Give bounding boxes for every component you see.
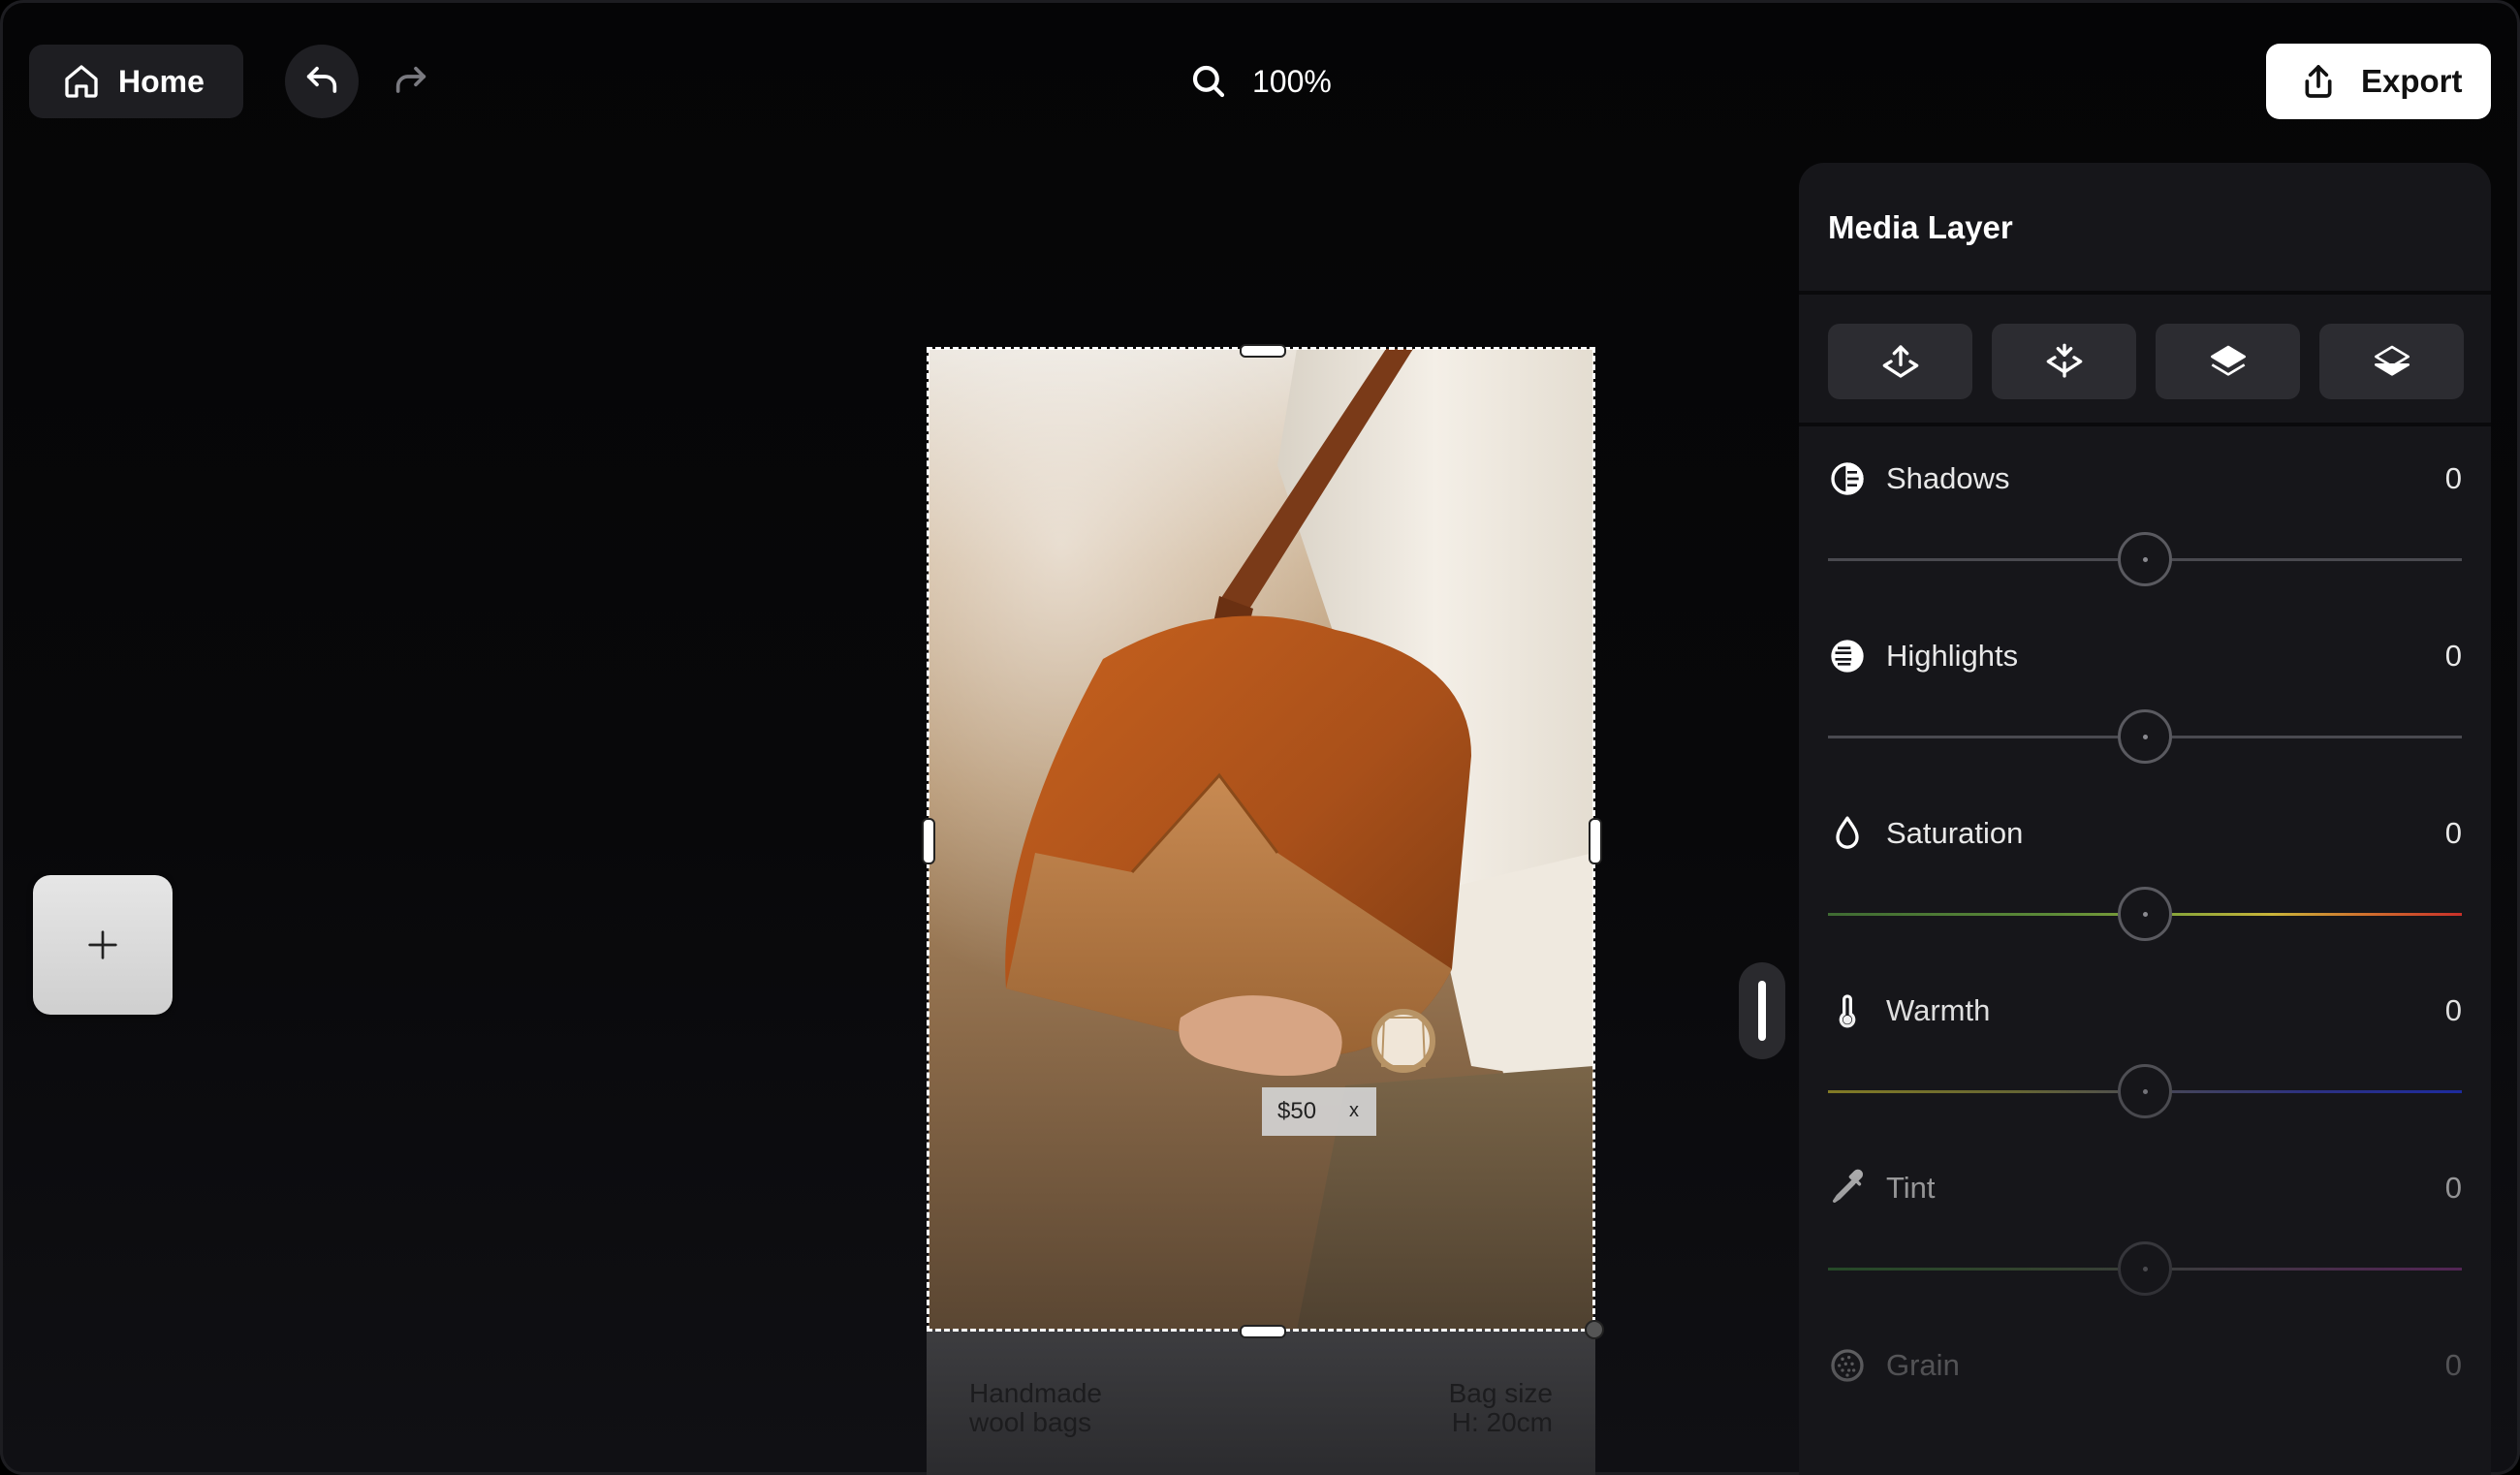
saturation-drop-icon: [1828, 814, 1867, 853]
divider: [1799, 291, 2491, 295]
adjustment-label: Shadows: [1886, 461, 2010, 495]
adjustment-value: 0: [2444, 461, 2462, 495]
slider-knob[interactable]: [2118, 1064, 2172, 1118]
export-label: Export: [2361, 63, 2463, 99]
panel-resize-handle[interactable]: [1739, 962, 1785, 1059]
adjustment-value: 0: [2444, 993, 2462, 1027]
search-icon[interactable]: [1188, 61, 1229, 102]
panel-title: Media Layer: [1828, 209, 2013, 245]
adjustment-value: 0: [2444, 816, 2462, 850]
home-label: Home: [118, 63, 205, 99]
resize-handle-corner[interactable]: [1585, 1320, 1604, 1339]
adjustments-list[interactable]: Shadows 0 Highlights 0 Saturation 0 Warm…: [1799, 426, 2491, 1475]
bag-photo-illustration: [1005, 349, 1593, 1330]
plus-icon: [88, 930, 117, 959]
undo-icon: [306, 66, 337, 93]
bring-to-front-button[interactable]: [2156, 324, 2300, 399]
share-icon: [2299, 62, 2338, 101]
bring-forward-button[interactable]: [1828, 324, 1972, 399]
resize-handle-top[interactable]: [1240, 344, 1286, 358]
adjustment-label: Grain: [1886, 1348, 1960, 1382]
media-layer-image[interactable]: [929, 349, 1593, 1330]
undo-button[interactable]: [285, 45, 359, 118]
send-to-back-icon: [2374, 345, 2410, 376]
adjustment-label: Saturation: [1886, 816, 2024, 850]
redo-icon: [395, 66, 426, 93]
price-tag[interactable]: $50 x: [1262, 1087, 1376, 1136]
layer-order-buttons: [1828, 324, 2464, 399]
card-size-value: H: 20cm: [1451, 1407, 1553, 1437]
highlights-icon: [1828, 637, 1867, 675]
redo-button[interactable]: [374, 45, 448, 118]
adjustment-warmth: Warmth 0: [1828, 989, 2462, 1164]
card-title-line-2: wool bags: [969, 1407, 1092, 1437]
adjustment-label: Warmth: [1886, 993, 1991, 1027]
slider-knob[interactable]: [2118, 709, 2172, 764]
adjustment-label: Highlights: [1886, 639, 2019, 673]
add-element-button[interactable]: [33, 875, 173, 1015]
media-layer-panel: Media Layer Shadows 0 Highlights 0 Satur…: [1799, 163, 2491, 1475]
send-backward-button[interactable]: [1992, 324, 2136, 399]
product-card: Handmade wool bags Bag size H: 20cm: [927, 1330, 1595, 1475]
resize-handle-right[interactable]: [1589, 818, 1602, 864]
price-tag-value: $50: [1277, 1098, 1317, 1124]
send-to-back-button[interactable]: [2319, 324, 2464, 399]
eyedropper-icon: [1828, 1169, 1867, 1208]
export-button[interactable]: Export: [2266, 44, 2491, 119]
price-tag-close[interactable]: x: [1349, 1100, 1359, 1122]
card-size-label: Bag size: [1448, 1378, 1553, 1408]
card-title-line-1: Handmade: [969, 1378, 1102, 1408]
resize-handle-left[interactable]: [922, 818, 935, 864]
app-window: Home 100% Export Handmade wool bags Bag …: [0, 0, 2520, 1475]
resize-handle-bottom[interactable]: [1240, 1325, 1286, 1338]
slider-knob[interactable]: [2118, 532, 2172, 586]
adjustment-shadows: Shadows 0: [1828, 457, 2462, 632]
bring-to-front-icon: [2210, 345, 2246, 376]
adjustment-saturation: Saturation 0: [1828, 812, 2462, 987]
home-button[interactable]: Home: [29, 45, 243, 118]
slider-knob[interactable]: [2118, 887, 2172, 941]
adjustment-value: 0: [2444, 639, 2462, 673]
adjustment-grain: Grain 0: [1828, 1344, 2462, 1475]
zoom-control: 100%: [1188, 56, 1332, 107]
adjustment-value: 0: [2444, 1348, 2462, 1382]
adjustment-label: Tint: [1886, 1171, 1936, 1205]
grain-icon: [1828, 1346, 1867, 1385]
zoom-level[interactable]: 100%: [1252, 64, 1332, 100]
adjustment-tint: Tint 0: [1828, 1167, 2462, 1341]
bring-forward-icon: [1882, 345, 1918, 378]
shadows-icon: [1828, 459, 1867, 498]
adjustment-highlights: Highlights 0: [1828, 635, 2462, 809]
thermometer-icon: [1828, 991, 1867, 1030]
slider-knob[interactable]: [2118, 1241, 2172, 1296]
send-backward-icon: [2046, 343, 2082, 378]
home-icon: [62, 62, 101, 101]
adjustment-value: 0: [2444, 1171, 2462, 1205]
